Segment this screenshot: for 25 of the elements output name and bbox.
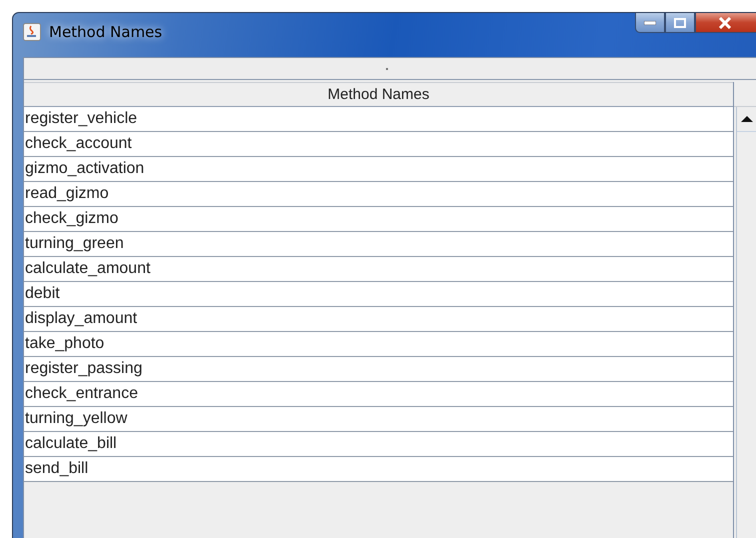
table-cell: send_bill xyxy=(24,457,733,482)
table-cell: register_vehicle xyxy=(24,107,733,132)
table-cell: turning_yellow xyxy=(24,407,733,432)
maximize-button[interactable] xyxy=(665,13,695,33)
table-cell: check_account xyxy=(24,132,733,157)
close-icon xyxy=(718,16,732,28)
column-header[interactable]: Method Names xyxy=(24,82,733,107)
window-title: Method Names xyxy=(49,23,162,41)
maximize-icon xyxy=(674,18,686,28)
table-cell: take_photo xyxy=(24,332,733,357)
table-cell: check_gizmo xyxy=(24,207,733,232)
table-cell: register_passing xyxy=(24,357,733,382)
table-cell: turning_green xyxy=(24,232,733,257)
up-arrow-icon xyxy=(741,116,753,122)
table-cell: read_gizmo xyxy=(24,182,733,207)
table-cell: gizmo_activation xyxy=(24,157,733,182)
coffee-cup-icon xyxy=(23,23,41,41)
minimize-button[interactable] xyxy=(635,13,665,33)
table-cell: calculate_amount xyxy=(24,257,733,282)
minimize-icon xyxy=(644,20,656,24)
table-cell: debit xyxy=(24,282,733,307)
table-cell: display_amount xyxy=(24,307,733,332)
table-cell: check_entrance xyxy=(24,382,733,407)
table-cell: calculate_bill xyxy=(24,432,733,457)
close-button[interactable] xyxy=(695,13,756,33)
